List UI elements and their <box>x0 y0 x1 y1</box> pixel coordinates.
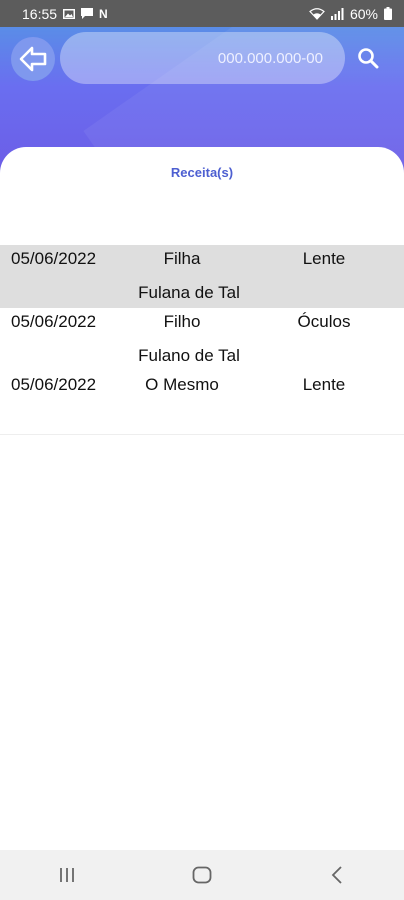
search-input[interactable] <box>81 48 325 68</box>
battery-percent: 60% <box>349 5 378 22</box>
row-date: 05/06/2022 <box>11 249 97 268</box>
battery-icon <box>384 7 392 20</box>
row-relation: Filho <box>163 312 201 331</box>
status-time: 16:55 <box>22 5 58 22</box>
recent-apps-button[interactable] <box>37 855 97 895</box>
back-arrow-icon <box>19 46 47 72</box>
n-icon: N <box>99 6 108 21</box>
row-kind: Lente <box>302 375 346 394</box>
section-title: Receita(s) <box>170 165 234 180</box>
system-nav-bar <box>0 850 404 900</box>
row-person: Fulana de Tal <box>138 283 240 302</box>
row-date: 05/06/2022 <box>11 312 97 331</box>
back-nav-icon <box>331 866 342 884</box>
row-kind: Óculos <box>297 312 351 331</box>
status-right: 60% <box>309 6 392 22</box>
wifi-icon <box>309 7 325 20</box>
list-item[interactable]: 05/06/2022 Filha Lente Fulana de Tal <box>0 245 404 308</box>
list-divider <box>0 434 404 435</box>
row-date: 05/06/2022 <box>11 375 97 394</box>
home-icon <box>192 866 212 884</box>
image-icon <box>63 8 76 19</box>
list-item[interactable]: 05/06/2022 Filho Óculos Fulano de Tal <box>0 308 404 371</box>
row-kind: Lente <box>302 249 346 268</box>
search-button[interactable] <box>355 45 381 71</box>
search-field[interactable] <box>60 32 345 84</box>
signal-icon <box>330 7 344 20</box>
back-button[interactable] <box>11 37 55 81</box>
app-screen: 16:55 N 60% 000.000.000-00 Receita(s) 05… <box>0 0 404 900</box>
list-item[interactable]: 05/06/2022 O Mesmo Lente <box>0 371 404 434</box>
prescription-list: 05/06/2022 Filha Lente Fulana de Tal 05/… <box>0 245 404 435</box>
status-bar: 16:55 N 60% <box>0 0 404 27</box>
status-left: 16:55 N <box>22 6 108 22</box>
recent-apps-icon <box>60 868 75 882</box>
search-icon <box>358 48 379 69</box>
row-relation: Filha <box>163 249 201 268</box>
row-person: Fulano de Tal <box>138 346 240 365</box>
content-card: Receita(s) 05/06/2022 Filha Lente Fulana… <box>0 147 404 850</box>
row-relation: O Mesmo <box>145 375 219 394</box>
home-button[interactable] <box>172 855 232 895</box>
message-icon <box>81 8 94 19</box>
back-nav-button[interactable] <box>307 855 367 895</box>
